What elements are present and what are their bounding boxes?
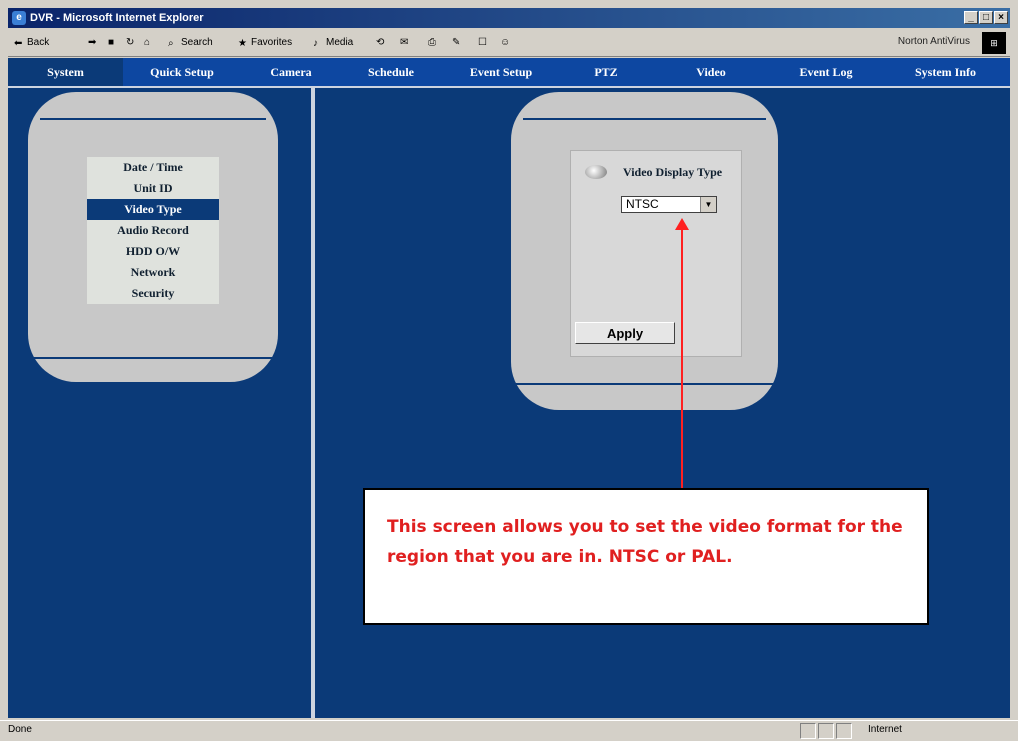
main-nav: System Quick Setup Camera Schedule Event… (8, 58, 1010, 88)
media-icon: ♪ (313, 37, 318, 49)
apply-button[interactable]: Apply (575, 322, 675, 344)
tab-system[interactable]: System (8, 58, 123, 86)
tab-quick-setup[interactable]: Quick Setup (123, 58, 241, 86)
sidebar-item-date-time[interactable]: Date / Time (87, 157, 219, 178)
media-button[interactable]: ♪ Media (313, 36, 353, 50)
norton-antivirus[interactable]: Norton AntiVirus (898, 36, 970, 47)
select-value: NTSC (626, 197, 659, 211)
back-arrow-icon: ⬅ (14, 37, 23, 49)
tab-camera[interactable]: Camera (241, 58, 341, 86)
video-display-panel: Video Display Type NTSC ▼ Apply (570, 150, 742, 357)
settings-menu: Date / Time Unit ID Video Type Audio Rec… (87, 157, 219, 304)
search-icon: ⌕ (168, 37, 174, 49)
browser-toolbar: ⬅ Back ➡ ■ ↻ ⌂ ⌕ Search ★ Favorites ♪ Media … (8, 30, 1010, 57)
back-button[interactable]: ⬅ Back (14, 36, 49, 50)
sidebar-item-audio-record[interactable]: Audio Record (87, 220, 219, 241)
home-icon[interactable]: ⌂ (144, 36, 150, 50)
panel-title: Video Display Type (623, 165, 723, 179)
edit-icon[interactable]: ✎ (452, 36, 460, 50)
window-title: DVR - Microsoft Internet Explorer (30, 12, 204, 24)
sidebar-item-hdd-ow[interactable]: HDD O/W (87, 241, 219, 262)
media-label: Media (326, 37, 354, 48)
stop-icon[interactable]: ■ (108, 36, 114, 50)
status-bar: Done Internet (0, 720, 1018, 741)
history-icon[interactable]: ⟲ (376, 36, 384, 50)
radio-bullet-icon (585, 165, 607, 179)
sidebar-item-unit-id[interactable]: Unit ID (87, 178, 219, 199)
tab-video[interactable]: Video (651, 58, 771, 86)
search-button[interactable]: ⌕ Search (168, 36, 213, 50)
favorites-label: Favorites (251, 37, 293, 48)
tab-schedule[interactable]: Schedule (341, 58, 441, 86)
minimize-button[interactable]: _ (964, 11, 978, 24)
back-label: Back (27, 37, 50, 48)
forward-icon[interactable]: ➡ (88, 36, 96, 50)
print-icon[interactable]: ⎙ (428, 36, 436, 50)
favorites-icon: ★ (238, 37, 247, 49)
messenger-icon[interactable]: ☺ (500, 36, 510, 50)
video-type-select[interactable]: NTSC ▼ (621, 196, 717, 213)
chevron-down-icon[interactable]: ▼ (700, 197, 716, 212)
close-button[interactable]: × (994, 11, 1008, 24)
tab-event-log[interactable]: Event Log (771, 58, 881, 86)
refresh-icon[interactable]: ↻ (126, 36, 134, 50)
tab-event-setup[interactable]: Event Setup (441, 58, 561, 86)
sidebar-item-video-type[interactable]: Video Type (87, 199, 219, 220)
status-text: Done (8, 724, 32, 735)
sidebar-item-security[interactable]: Security (87, 283, 219, 304)
callout-text: This screen allows you to set the video … (387, 517, 903, 567)
search-label: Search (181, 37, 213, 48)
browser-window: e DVR - Microsoft Internet Explorer _ □ … (0, 0, 1018, 741)
sidebar-item-network[interactable]: Network (87, 262, 219, 283)
tab-ptz[interactable]: PTZ (561, 58, 651, 86)
discuss-icon[interactable]: ☐ (478, 36, 487, 50)
security-zone: Internet (868, 724, 902, 735)
callout-line (681, 228, 683, 488)
tab-system-info[interactable]: System Info (881, 58, 1010, 86)
windows-logo-icon: ⊞ (982, 32, 1006, 54)
maximize-button[interactable]: □ (979, 11, 993, 24)
title-bar: e DVR - Microsoft Internet Explorer _ □ … (8, 8, 1010, 28)
callout-box: This screen allows you to set the video … (363, 488, 929, 625)
mail-icon[interactable]: ✉ (400, 36, 408, 50)
favorites-button[interactable]: ★ Favorites (238, 36, 292, 50)
ie-icon: e (12, 11, 26, 25)
